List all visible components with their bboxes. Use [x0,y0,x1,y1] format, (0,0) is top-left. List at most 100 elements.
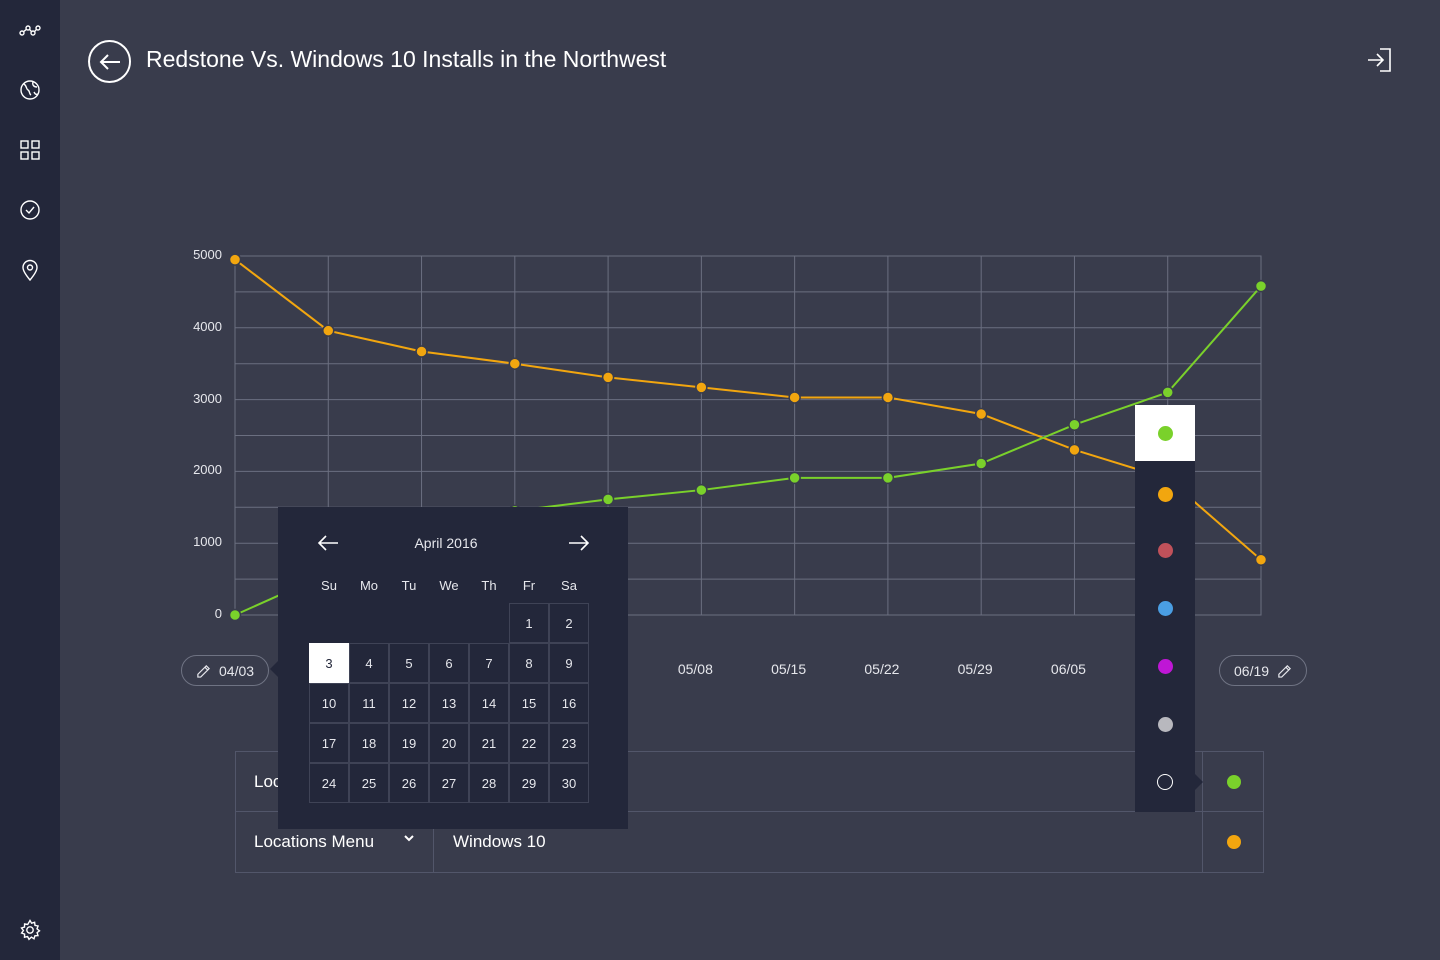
data-point [1068,418,1081,431]
weekday-label: We [439,578,459,593]
calendar-day[interactable]: 21 [469,723,509,763]
calendar-day[interactable]: 18 [349,723,389,763]
end-date-button[interactable]: 06/19 [1219,655,1308,686]
series-color-button[interactable] [1204,752,1263,812]
x-tick-label: 05/15 [771,661,807,677]
weekday-label: Su [321,578,337,593]
calendar-day[interactable]: 10 [309,683,349,723]
color-dot [1157,774,1173,790]
color-picker-caret [1195,774,1203,790]
check-circle-icon[interactable] [16,196,44,224]
color-swatch[interactable] [1135,638,1195,694]
color-dot [1157,658,1173,674]
color-swatch[interactable] [1135,754,1195,810]
sign-in-icon [1368,48,1391,72]
weekday-label: Fr [522,578,536,593]
weekday-label: Sa [561,578,577,593]
color-dot [1157,600,1173,616]
color-dot [1157,425,1173,441]
start-date-label: 04/03 [219,662,255,679]
calendar-day[interactable]: 29 [509,763,549,803]
calendar-day[interactable]: 1 [509,603,549,643]
calendar-day[interactable]: 8 [509,643,549,683]
color-swatch[interactable] [1135,522,1195,578]
data-point [1161,386,1174,399]
start-date-button[interactable]: 04/03 [181,655,270,686]
y-tick-label: 0 [214,606,222,621]
data-point [974,407,988,421]
pencil-icon [197,664,210,678]
x-tick-label: 05/08 [677,661,713,677]
calendar-day[interactable]: 25 [349,763,389,803]
y-tick-label: 5000 [193,247,222,262]
calendar-day[interactable]: 9 [549,643,589,683]
data-point [695,381,708,394]
calendar-day[interactable]: 27 [429,763,469,803]
calendar-day[interactable]: 2 [549,603,589,643]
calendar-day[interactable]: 16 [549,683,589,723]
calendar-day[interactable]: 22 [509,723,549,763]
color-swatch[interactable] [1135,405,1195,461]
calendar-day[interactable]: 12 [389,683,429,723]
data-point [415,345,428,358]
color-dot [1226,835,1241,849]
y-tick-label: 1000 [193,534,222,550]
calendar-day[interactable]: 20 [429,723,469,763]
globe-icon[interactable] [16,76,44,104]
end-date-label: 06/19 [1234,662,1270,679]
x-tick-label: 05/29 [957,661,993,677]
data-point [881,391,895,404]
calendar-day[interactable]: 19 [389,723,429,763]
menu-label: Locations Menu [254,832,375,851]
data-point [601,371,615,384]
page-title: Redstone Vs. Windows 10 Installs in the … [146,46,667,72]
calendar-day[interactable]: 5 [389,643,429,683]
data-point [1068,443,1081,457]
weekday-label: Th [481,578,497,593]
chevron-down-icon [404,835,414,842]
color-swatch[interactable] [1135,696,1195,752]
color-dot [1157,486,1173,502]
calendar-day[interactable]: 11 [349,683,389,723]
calendar-day[interactable]: 26 [389,763,429,803]
data-point [788,391,801,404]
data-point [974,457,988,470]
color-swatch[interactable] [1135,466,1195,522]
calendar-caret [270,661,278,677]
calendar-day[interactable]: 15 [509,683,549,723]
analytics-icon[interactable] [16,17,44,45]
y-tick-label: 3000 [193,390,222,406]
color-dot [1226,775,1241,789]
calendar-day[interactable]: 6 [429,643,469,683]
weekday-label: Mo [359,578,379,593]
data-point [1254,553,1268,566]
calendar-day[interactable]: 13 [429,683,469,723]
series-color-button[interactable] [1204,812,1263,872]
color-swatch[interactable] [1135,580,1195,636]
calendar-month-label: April 2016 [414,535,478,551]
sign-in-button[interactable] [1366,47,1392,73]
calendar-day[interactable]: 14 [469,683,509,723]
calendar-day[interactable]: 7 [469,643,509,683]
calendar-day[interactable]: 28 [469,763,509,803]
calendar-day[interactable]: 23 [549,723,589,763]
calendar-day[interactable]: 30 [549,763,589,803]
color-dot [1157,542,1173,558]
calendar-day[interactable]: 24 [309,763,349,803]
next-month-button[interactable] [567,533,591,553]
y-tick-label: 2000 [193,462,222,478]
calendar-day[interactable]: 4 [349,643,389,683]
data-point [228,608,242,622]
prev-month-button[interactable] [316,533,340,553]
data-point [601,493,615,506]
arrow-left-icon [317,535,338,551]
settings-gear-icon[interactable] [16,916,44,944]
back-button[interactable] [88,40,131,83]
x-tick-label: 06/05 [1050,661,1086,677]
calendar-day[interactable]: 3 [309,643,349,683]
pencil-icon [1278,664,1292,678]
location-pin-icon[interactable] [16,256,44,284]
grid-icon[interactable] [16,136,44,164]
calendar-day[interactable]: 17 [309,723,349,763]
data-point [1254,279,1268,293]
